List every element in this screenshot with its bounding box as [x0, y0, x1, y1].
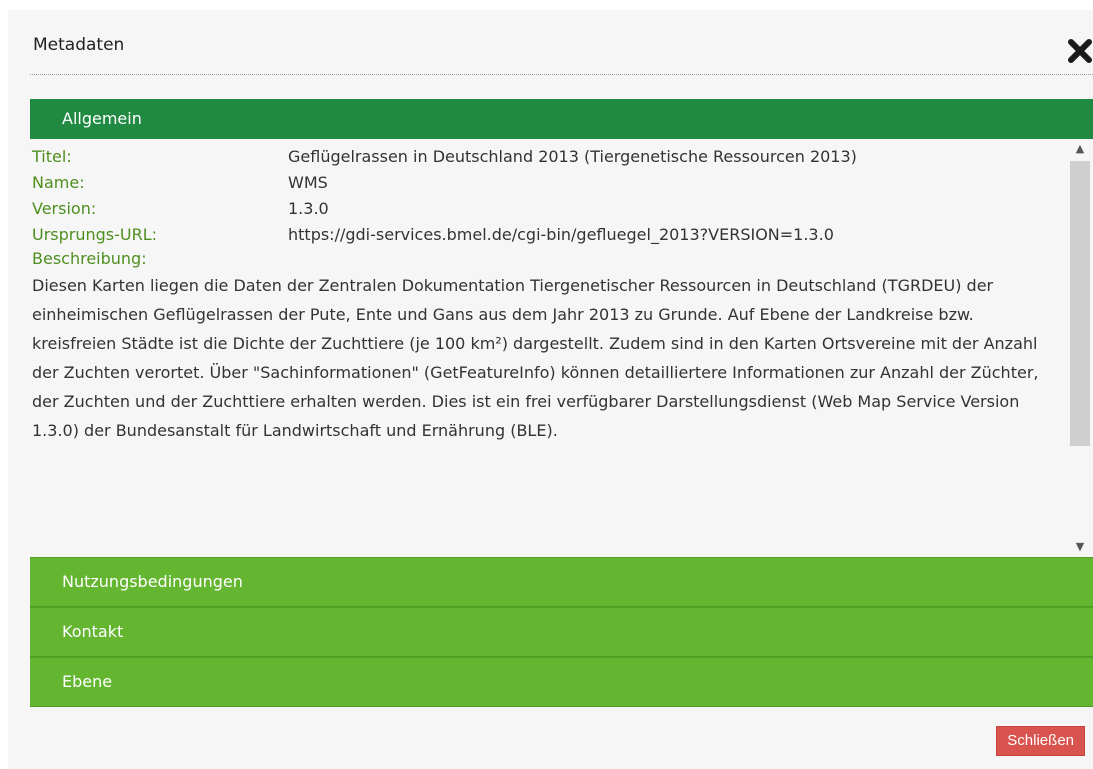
section-header-ebene[interactable]: Ebene	[30, 657, 1093, 707]
meta-label: Name:	[32, 173, 85, 192]
close-button[interactable]: Schließen	[996, 726, 1085, 756]
metadata-accordion: Allgemein Titel: Geflügelrassen in Deuts…	[30, 99, 1093, 707]
metadata-dialog: Metadaten Allgemein Titel: Geflügelrasse…	[8, 10, 1093, 769]
meta-label: Ursprungs-URL:	[32, 225, 158, 244]
meta-label: Version:	[32, 199, 97, 218]
section-header-kontakt[interactable]: Kontakt	[30, 607, 1093, 657]
close-icon[interactable]	[1067, 38, 1093, 64]
general-content: Titel: Geflügelrassen in Deutschland 201…	[32, 147, 1062, 445]
dialog-title: Metadaten	[33, 35, 125, 55]
vertical-scrollbar[interactable]: ▲ ▼	[1067, 139, 1093, 557]
meta-value: WMS	[288, 173, 328, 192]
description-label: Beschreibung:	[32, 249, 147, 268]
section-header-allgemein[interactable]: Allgemein	[30, 99, 1093, 139]
meta-row-title: Titel: Geflügelrassen in Deutschland 201…	[32, 147, 1062, 173]
meta-row-name: Name: WMS	[32, 173, 1062, 199]
scroll-up-arrow-icon[interactable]: ▲	[1067, 139, 1093, 159]
meta-row-url: Ursprungs-URL: https://gdi-services.bmel…	[32, 225, 1062, 251]
description-text: Diesen Karten liegen die Daten der Zentr…	[32, 276, 1039, 440]
header-divider	[30, 74, 1093, 75]
scroll-down-arrow-icon[interactable]: ▼	[1067, 537, 1093, 557]
section-header-nutzungsbedingungen[interactable]: Nutzungsbedingungen	[30, 557, 1093, 607]
meta-value: Geflügelrassen in Deutschland 2013 (Tier…	[288, 147, 857, 166]
dialog-header: Metadaten	[30, 10, 1093, 76]
section-body-allgemein: Titel: Geflügelrassen in Deutschland 201…	[30, 139, 1093, 557]
meta-row-version: Version: 1.3.0	[32, 199, 1062, 225]
meta-value: https://gdi-services.bmel.de/cgi-bin/gef…	[288, 225, 834, 244]
scrollbar-thumb[interactable]	[1070, 161, 1090, 446]
meta-label: Titel:	[32, 147, 72, 166]
meta-value: 1.3.0	[288, 199, 329, 218]
